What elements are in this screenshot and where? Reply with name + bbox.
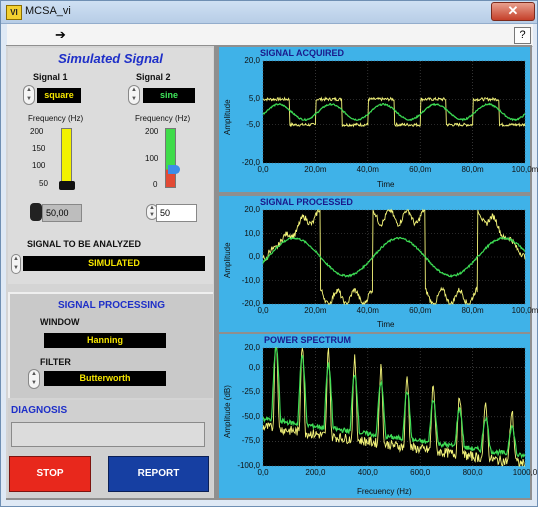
filter-type-field[interactable]: Butterworth <box>44 371 166 386</box>
y-tick-label: 20,0 <box>244 343 260 352</box>
y-tick-label: 10,0 <box>244 228 260 238</box>
signal1-frequency-slider[interactable] <box>61 128 72 188</box>
close-button[interactable]: ✕ <box>491 2 535 21</box>
power-spectrum-graph: POWER SPECTRUM Amplitude (dB) Frecuency … <box>219 334 537 498</box>
x-tick-label: 100,0m <box>511 306 538 315</box>
simulated-signal-section: Simulated Signal Signal 1 ▲ ▼ square Sign… <box>8 48 213 284</box>
y-tick-label: -20,0 <box>241 158 260 167</box>
y-tick-label: -10,0 <box>241 275 260 285</box>
signal1-frequency-label: Frequency (Hz) <box>28 114 84 123</box>
signal-processing-header: SIGNAL PROCESSING <box>57 300 166 311</box>
signal-to-analyze-field[interactable]: SIMULATED <box>23 256 205 271</box>
signal1-numeric-ring-icon[interactable] <box>30 203 42 221</box>
x-tick-label: 600,0 <box>410 468 431 477</box>
signal1-tick-50: 50 <box>39 179 48 188</box>
stop-button[interactable]: STOP <box>9 456 91 492</box>
y-tick-label: 20,0 <box>244 56 260 65</box>
signal2-frequency-label: Frequency (Hz) <box>135 114 191 123</box>
window-type-field[interactable]: Hanning <box>44 333 166 348</box>
signal1-tick-150: 150 <box>32 144 46 153</box>
analyze-ring-arrows-icon[interactable]: ▲ ▼ <box>11 254 21 274</box>
signal1-tick-100: 100 <box>32 161 46 170</box>
y-tick-label: 20,0 <box>244 205 260 214</box>
y-tick-label: -5,0 <box>246 119 260 129</box>
series-line-0 <box>262 347 525 467</box>
signal1-label: Signal 1 <box>33 72 68 82</box>
x-tick-label: 1000,0 <box>512 468 538 477</box>
signal1-tick-200: 200 <box>30 127 44 136</box>
signal-processed-graph: SIGNAL PROCESSED Amplitude Time 0,0 20,0m… <box>219 196 538 332</box>
signal2-type-field[interactable]: sine <box>143 88 195 103</box>
y-tick-label: 5,0 <box>248 94 260 104</box>
x-tick-label: 20,0m <box>304 306 327 315</box>
window-title: MCSA_vi <box>25 5 71 17</box>
report-button[interactable]: REPORT <box>108 456 209 492</box>
signal1-type-field[interactable]: square <box>37 88 81 103</box>
toolbar: ➔ ? <box>7 24 533 47</box>
signal1-frequency-value[interactable]: 50,00 <box>42 204 82 222</box>
y-tick-label: -25,0 <box>241 387 260 397</box>
signal2-tick-200: 200 <box>145 127 159 136</box>
help-button[interactable]: ? <box>514 27 531 44</box>
y-tick-label: -75,0 <box>241 436 260 446</box>
signal2-tick-0: 0 <box>153 180 158 189</box>
filter-label: FILTER <box>40 357 71 367</box>
title-bar: VI MCSA_vi ✕ <box>1 1 537 24</box>
signal1-slider-thumb[interactable] <box>59 181 75 190</box>
signal-acquired-graph: SIGNAL ACQUIRED Amplitude Time 0,0 20,0m 4… <box>219 47 538 192</box>
y-tick-label: -20,0 <box>241 299 260 308</box>
filter-ring-arrows-icon[interactable]: ▲ ▼ <box>28 369 40 389</box>
y-tick-label: -100,0 <box>237 461 260 470</box>
x-tick-label: 80,0m <box>461 306 484 315</box>
series-line-0 <box>262 96 526 128</box>
signal2-frequency-value[interactable]: 50 <box>156 204 197 222</box>
signal2-label: Signal 2 <box>136 72 171 82</box>
x-tick-label: 80,0m <box>461 165 484 174</box>
diagnosis-field[interactable] <box>11 422 205 447</box>
signal2-tick-100: 100 <box>145 154 159 163</box>
x-tick-label: 800,0 <box>462 468 483 477</box>
signal2-frequency-slider[interactable] <box>165 128 176 188</box>
x-tick-label: 60,0m <box>409 306 432 315</box>
x-tick-label: 400,0 <box>357 468 378 477</box>
x-tick-label: 200,0 <box>305 468 326 477</box>
y-tick-label: 0,0 <box>248 362 260 372</box>
y-tick-label: 0,0 <box>248 252 260 261</box>
x-tick-label: 100,0m <box>511 165 538 174</box>
labview-app-icon: VI <box>6 5 22 20</box>
signal2-ring-arrows-icon[interactable]: ▲ ▼ <box>128 85 140 105</box>
x-tick-label: 60,0m <box>409 165 432 174</box>
window-label: WINDOW <box>40 317 80 327</box>
signal-processing-section: SIGNAL PROCESSING WINDOW Hanning FILTER … <box>8 292 213 398</box>
x-tick-label: 40,0m <box>356 165 379 174</box>
simulated-signal-header: Simulated Signal <box>58 51 163 66</box>
diagnosis-header: DIAGNOSIS <box>11 405 68 416</box>
signal-to-analyze-label: SIGNAL TO BE ANALYZED <box>27 239 142 249</box>
run-arrow-icon[interactable]: ➔ <box>55 27 66 43</box>
x-tick-label: 40,0m <box>356 306 379 315</box>
signal2-slider-thumb[interactable] <box>168 165 180 174</box>
y-tick-label: -50,0 <box>241 411 260 421</box>
signal1-ring-arrows-icon[interactable]: ▲ ▼ <box>23 85 35 105</box>
x-tick-label: 20,0m <box>304 165 327 174</box>
